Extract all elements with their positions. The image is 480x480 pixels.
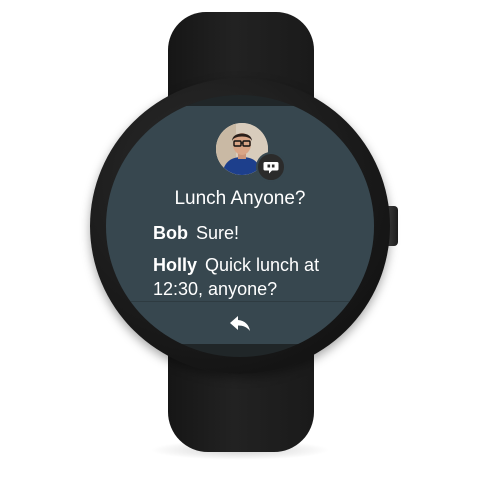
message-sender: Bob xyxy=(153,223,188,243)
chat-bubble-icon xyxy=(256,152,286,182)
message-text: Sure! xyxy=(196,223,240,243)
reply-icon xyxy=(230,316,250,331)
message-item: Bob Sure! xyxy=(153,221,239,245)
reply-button[interactable] xyxy=(228,312,252,334)
message-sender: Holly xyxy=(153,255,198,275)
notification-action-bar xyxy=(106,301,374,344)
watch-screen: Lunch Anyone? Bob Sure! Holly Quick lunch … xyxy=(106,95,374,357)
message-item: Holly Quick lunch at 12:30, anyone? xyxy=(153,253,353,301)
notification-title: Lunch Anyone? xyxy=(174,188,306,209)
notification-card[interactable]: Lunch Anyone? Bob Sure! Holly Quick lunch … xyxy=(106,106,374,301)
